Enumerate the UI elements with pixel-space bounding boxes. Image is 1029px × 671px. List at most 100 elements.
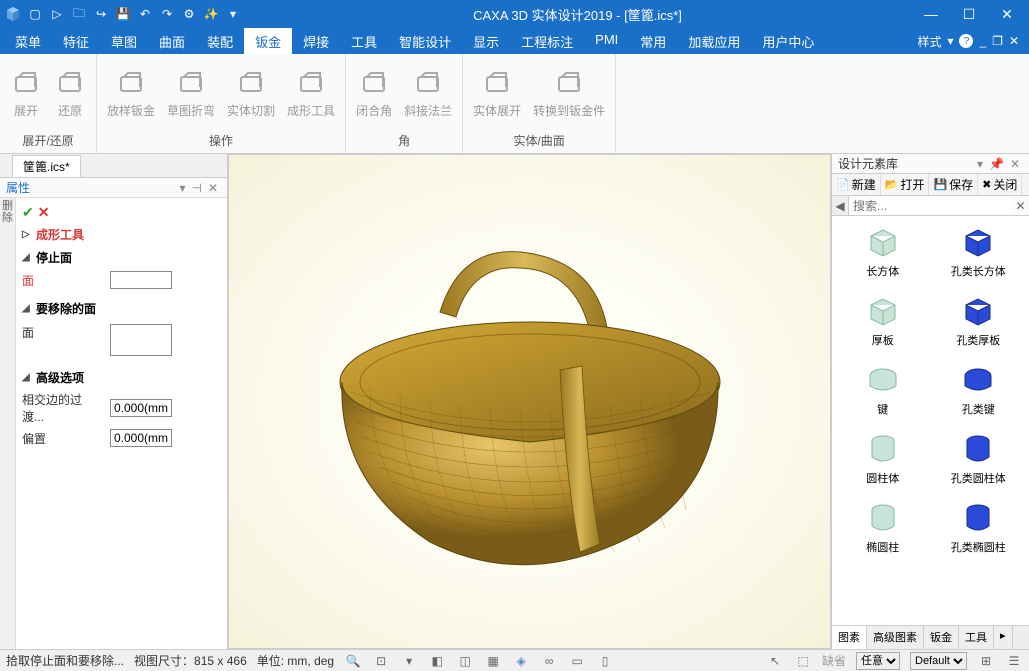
lib-open-button[interactable]: 📂打开 — [881, 174, 930, 195]
style-menu[interactable]: 样式 — [917, 33, 941, 50]
menu-tab-0[interactable]: 菜单 — [4, 28, 52, 55]
zoom-out-icon[interactable]: 🔍 — [344, 652, 362, 670]
cursor-icon[interactable]: ↖ — [766, 652, 784, 670]
cancel-button[interactable]: ✕ — [38, 204, 50, 221]
lib-new-button[interactable]: 📄新建 — [832, 174, 881, 195]
menu-tab-1[interactable]: 特征 — [52, 28, 100, 55]
lib-save-button[interactable]: 💾保存 — [929, 174, 978, 195]
transition-input[interactable] — [110, 399, 172, 417]
close-button[interactable]: ✕ — [989, 2, 1025, 26]
tree-icon[interactable]: ⊞ — [977, 652, 995, 670]
menu-tab-5[interactable]: 钣金 — [244, 28, 292, 55]
any-select[interactable]: 任意 — [856, 652, 900, 670]
ribbon-tool[interactable]: 放样钣金 — [103, 66, 159, 121]
menu-tab-14[interactable]: 用户中心 — [751, 28, 825, 55]
menu-tab-4[interactable]: 装配 — [196, 28, 244, 55]
redo-icon[interactable]: ↷ — [158, 5, 176, 23]
minimize-button[interactable]: — — [913, 2, 949, 26]
maximize-button[interactable]: ☐ — [951, 2, 987, 26]
library-item[interactable]: 长方体 — [836, 220, 930, 283]
viewport-3d[interactable] — [228, 154, 831, 649]
spark-icon[interactable]: ✨ — [202, 5, 220, 23]
advanced-node[interactable]: ◢高级选项 — [22, 366, 221, 389]
document-tab[interactable]: 筐篦.ics* — [12, 155, 81, 177]
library-item[interactable]: 孔类厚板 — [932, 289, 1026, 352]
menu-tab-3[interactable]: 曲面 — [148, 28, 196, 55]
ribbon-tool[interactable]: 成形工具 — [283, 66, 339, 121]
menu-tab-9[interactable]: 显示 — [462, 28, 510, 55]
shade-icon[interactable]: ▦ — [484, 652, 502, 670]
menu-tab-13[interactable]: 加载应用 — [677, 28, 751, 55]
open-icon[interactable]: ▷ — [48, 5, 66, 23]
close-panel-icon[interactable]: ✕ — [205, 181, 221, 195]
select-icon[interactable]: ⬚ — [794, 652, 812, 670]
ribbon-tool[interactable]: 草图折弯 — [163, 66, 219, 121]
default-select[interactable]: Default — [910, 652, 967, 670]
faces-to-remove-node[interactable]: ◢要移除的面 — [22, 297, 221, 320]
library-item[interactable]: 孔类键 — [932, 358, 1026, 421]
confirm-button[interactable]: ✔ — [22, 204, 34, 221]
ribbon-tool[interactable]: 闭合角 — [352, 66, 396, 121]
undo-icon[interactable]: ↶ — [136, 5, 154, 23]
grid-icon[interactable]: ▯ — [596, 652, 614, 670]
ribbon-tool[interactable]: 展开 — [6, 66, 46, 121]
library-item[interactable]: 椭圆柱 — [836, 496, 930, 559]
pin-icon[interactable]: 📌 — [986, 157, 1007, 171]
library-item[interactable]: 孔类椭圆柱 — [932, 496, 1026, 559]
face-input[interactable] — [110, 271, 172, 289]
section-icon[interactable]: ◫ — [456, 652, 474, 670]
qat-dropdown-icon[interactable]: ▾ — [224, 5, 242, 23]
library-item[interactable]: 厚板 — [836, 289, 930, 352]
folder-icon[interactable]: 🗀 — [70, 5, 88, 23]
ribbon-tool[interactable]: 还原 — [50, 66, 90, 121]
library-tab[interactable]: 工具 — [959, 626, 994, 649]
help-icon[interactable]: ? — [959, 34, 973, 48]
app-icon[interactable] — [4, 5, 22, 23]
layer-icon[interactable]: ▭ — [568, 652, 586, 670]
close-child-icon[interactable]: ✕ — [1009, 34, 1019, 48]
library-tabs-more[interactable]: ▸ — [994, 626, 1013, 649]
view-cube-icon[interactable]: ◧ — [428, 652, 446, 670]
save-icon[interactable]: 💾 — [114, 5, 132, 23]
dropdown-icon[interactable]: ▾ — [974, 157, 986, 171]
library-item[interactable]: 圆柱体 — [836, 427, 930, 490]
menu-tab-2[interactable]: 草图 — [100, 28, 148, 55]
zoom-fit-icon[interactable]: ⊡ — [372, 652, 390, 670]
library-item[interactable]: 键 — [836, 358, 930, 421]
style-dropdown-icon[interactable]: ▾ — [947, 34, 953, 48]
menu-tab-8[interactable]: 智能设计 — [388, 28, 462, 55]
menu-tab-10[interactable]: 工程标注 — [510, 28, 584, 55]
side-tab-delete[interactable]: 删除 — [0, 198, 16, 649]
menu-tab-12[interactable]: 常用 — [629, 28, 677, 55]
dropdown-icon[interactable]: ▾ — [176, 181, 188, 195]
pin-icon[interactable]: ⊣ — [188, 181, 204, 195]
ribbon-tool[interactable]: 斜接法兰 — [400, 66, 456, 121]
ribbon-tool[interactable]: 实体展开 — [469, 66, 525, 121]
new-icon[interactable]: ▢ — [26, 5, 44, 23]
library-item[interactable]: 孔类圆柱体 — [932, 427, 1026, 490]
library-item[interactable]: 孔类长方体 — [932, 220, 1026, 283]
restore-child-icon[interactable]: ❐ — [992, 34, 1003, 48]
offset-input[interactable] — [110, 429, 172, 447]
min-ribbon-icon[interactable]: _ — [979, 34, 986, 48]
search-input[interactable] — [849, 196, 1012, 215]
menu-tab-6[interactable]: 焊接 — [292, 28, 340, 55]
dd-icon[interactable]: ▾ — [400, 652, 418, 670]
close-panel-icon[interactable]: ✕ — [1007, 157, 1023, 171]
menu-tab-7[interactable]: 工具 — [340, 28, 388, 55]
import-icon[interactable]: ↪ — [92, 5, 110, 23]
ribbon-tool[interactable]: 实体切割 — [223, 66, 279, 121]
forming-tool-node[interactable]: ▷成形工具 — [22, 223, 221, 246]
settings-icon[interactable]: ⚙ — [180, 5, 198, 23]
list-icon[interactable]: ☰ — [1005, 652, 1023, 670]
library-tab[interactable]: 图素 — [832, 626, 867, 649]
search-back-icon[interactable]: ◀ — [832, 196, 849, 215]
faces-list-input[interactable] — [110, 324, 172, 356]
library-tab[interactable]: 高级图素 — [867, 626, 924, 649]
cube-icon[interactable]: ◈ — [512, 652, 530, 670]
library-tab[interactable]: 钣金 — [924, 626, 959, 649]
lib-close-button[interactable]: ✖关闭 — [978, 174, 1022, 195]
stop-face-node[interactable]: ◢停止面 — [22, 246, 221, 269]
ribbon-tool[interactable]: 转换到钣金件 — [529, 66, 609, 121]
ortho-icon[interactable]: ∞ — [540, 652, 558, 670]
